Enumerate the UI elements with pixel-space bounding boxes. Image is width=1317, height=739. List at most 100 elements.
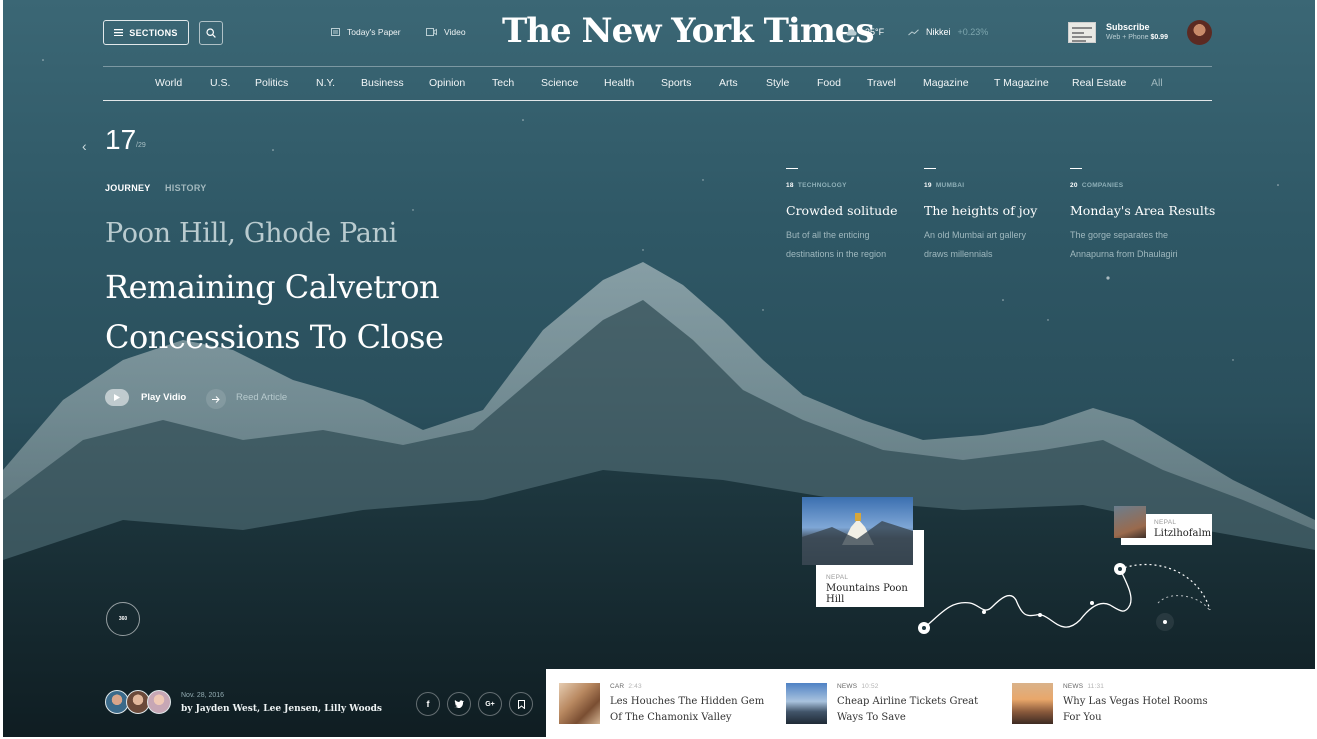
todays-paper-link[interactable]: Today's Paper <box>331 27 401 37</box>
byline-authors: by Jayden West, Lee Jensen, Lilly Woods <box>181 704 382 714</box>
headline-line-1: Remaining Calvetron <box>105 268 440 306</box>
subscribe-offer: Web + Phone $0.99 <box>1106 34 1168 41</box>
twitter-bird-glyph <box>454 700 464 708</box>
tab-history[interactable]: HISTORY <box>165 183 207 193</box>
story-title: Monday's Area Results <box>1070 203 1216 218</box>
twitter-icon[interactable] <box>447 692 471 716</box>
nav-item-business[interactable]: Business <box>361 77 404 89</box>
story-desc-line: draws millennials <box>924 249 993 259</box>
read-article-label[interactable]: Reed Article <box>236 392 287 403</box>
read-article-button[interactable] <box>206 389 226 409</box>
video-link[interactable]: Video <box>426 27 466 37</box>
bookmark-icon[interactable] <box>509 692 533 716</box>
video-icon <box>426 28 437 36</box>
nav-item-magazine[interactable]: Magazine <box>923 77 969 89</box>
story-card[interactable]: 18 TECHNOLOGY Crowded solitude But of all… <box>786 168 916 264</box>
subscribe-link[interactable]: Subscribe Web + Phone $0.99 <box>1106 22 1168 41</box>
google-plus-icon[interactable]: G+ <box>478 692 502 716</box>
play-video-button[interactable] <box>105 389 129 406</box>
newspaper-thumbnail[interactable] <box>1068 22 1096 43</box>
nav-item-opinion[interactable]: Opinion <box>429 77 465 89</box>
nyt-logo[interactable]: The New York Times <box>502 10 875 52</box>
news-thumbnail <box>1012 683 1053 724</box>
nav-item-ny[interactable]: N.Y. <box>316 77 335 89</box>
story-category: MUMBAI <box>935 182 965 189</box>
nav-item-us[interactable]: U.S. <box>210 77 230 89</box>
play-icon <box>114 394 120 401</box>
nav-item-politics[interactable]: Politics <box>255 77 288 89</box>
nav-item-sports[interactable]: Sports <box>661 77 691 89</box>
avatar[interactable] <box>147 690 171 714</box>
news-title: Cheap Airline Tickets Great Ways To Save <box>837 696 979 723</box>
nav-item-t-magazine[interactable]: T Magazine <box>994 77 1049 89</box>
weather-temp: 25°F <box>865 27 885 37</box>
headline-line-2: Concessions To Close <box>105 318 444 356</box>
nav-divider <box>103 100 1212 101</box>
todays-paper-label: Today's Paper <box>347 27 401 37</box>
map-pin-info: NEPAL Litzlhofalm <box>1154 519 1211 539</box>
news-time: 2:43 <box>628 683 642 690</box>
hero-headline[interactable]: Remaining Calvetron Concessions To Close <box>105 262 565 362</box>
subscribe-label: Subscribe <box>1106 22 1150 32</box>
news-item[interactable]: NEWS 11:31 Why Las Vegas Hotel Rooms For … <box>1012 683 1212 725</box>
news-category: NEWS <box>1063 683 1084 690</box>
news-item[interactable]: NEWS 10:52 Cheap Airline Tickets Great Wa… <box>786 683 986 725</box>
bookmark-glyph <box>517 699 525 709</box>
search-button[interactable] <box>199 21 223 45</box>
search-icon <box>206 28 216 38</box>
story-desc-line: An old Mumbai art gallery <box>924 230 1027 240</box>
nav-item-style[interactable]: Style <box>766 77 789 89</box>
play-video-label[interactable]: Play Vidio <box>141 392 186 403</box>
story-title: Crowded solitude <box>786 203 898 218</box>
story-title: The heights of joy <box>924 203 1038 218</box>
view-360-button[interactable]: 360 <box>106 602 140 636</box>
video-label: Video <box>444 27 466 37</box>
story-divider <box>786 168 798 169</box>
arrow-right-icon <box>212 395 220 403</box>
hero-kicker: Poon Hill, Ghode Pani <box>105 218 398 249</box>
cloud-icon <box>846 28 857 35</box>
story-category: TECHNOLOGY <box>797 182 847 189</box>
news-strip: CAR 2:43 Les Houches The Hidden Gem Of Th… <box>546 669 1315 737</box>
stupa-image <box>802 513 913 565</box>
news-meta: CAR 2:43 <box>610 683 642 690</box>
nav-item-tech[interactable]: Tech <box>492 77 514 89</box>
news-item[interactable]: CAR 2:43 Les Houches The Hidden Gem Of Th… <box>559 683 764 725</box>
nav-item-arts[interactable]: Arts <box>719 77 738 89</box>
sections-button[interactable]: SECTIONS <box>103 20 189 45</box>
story-card[interactable]: 20 COMPANIES Monday's Area Results The go… <box>1070 168 1216 264</box>
story-card[interactable]: 19 MUMBAI The heights of joy An old Mumba… <box>924 168 1054 264</box>
map-pin-card[interactable]: NEPAL Litzlhofalm <box>1114 506 1212 545</box>
tab-journey[interactable]: JOURNEY <box>105 183 151 193</box>
section-nav: World U.S. Politics N.Y. Business Opinio… <box>103 72 1212 96</box>
news-category: NEWS <box>837 683 858 690</box>
map-pin-card[interactable]: NEPAL Mountains Poon Hill <box>802 497 924 607</box>
news-meta: NEWS 10:52 <box>837 683 879 690</box>
story-number: 20 <box>1070 182 1078 189</box>
header-divider <box>103 66 1212 67</box>
map-pin-photo <box>1114 506 1146 538</box>
chevron-left-icon[interactable]: ‹ <box>82 138 87 154</box>
map-pin-photo <box>802 497 913 565</box>
story-meta: 18 TECHNOLOGY <box>786 182 916 189</box>
nav-item-all[interactable]: All <box>1151 77 1163 89</box>
user-avatar[interactable] <box>1187 20 1212 45</box>
story-number: 18 <box>786 182 794 189</box>
story-meta: 20 COMPANIES <box>1070 182 1200 189</box>
story-divider <box>1070 168 1082 169</box>
nav-item-food[interactable]: Food <box>817 77 841 89</box>
facebook-icon[interactable]: f <box>416 692 440 716</box>
subscribe-price: $0.99 <box>1150 34 1168 41</box>
route-path <box>918 563 1211 634</box>
nav-item-world[interactable]: World <box>155 77 182 89</box>
story-meta: 19 MUMBAI <box>924 182 1054 189</box>
story-desc-line: Annapurna from Dhaulagiri <box>1070 249 1178 259</box>
nav-item-travel[interactable]: Travel <box>867 77 896 89</box>
story-desc: An old Mumbai art gallery draws millennia… <box>924 226 1054 264</box>
nav-item-health[interactable]: Health <box>604 77 634 89</box>
story-desc: The gorge separates the Annapurna from Dh… <box>1070 226 1200 264</box>
nav-item-real-estate[interactable]: Real Estate <box>1072 77 1126 89</box>
nav-item-science[interactable]: Science <box>541 77 578 89</box>
story-desc-line: destinations in the region <box>786 249 887 259</box>
map-pin-name: Litzlhofalm <box>1154 528 1212 539</box>
